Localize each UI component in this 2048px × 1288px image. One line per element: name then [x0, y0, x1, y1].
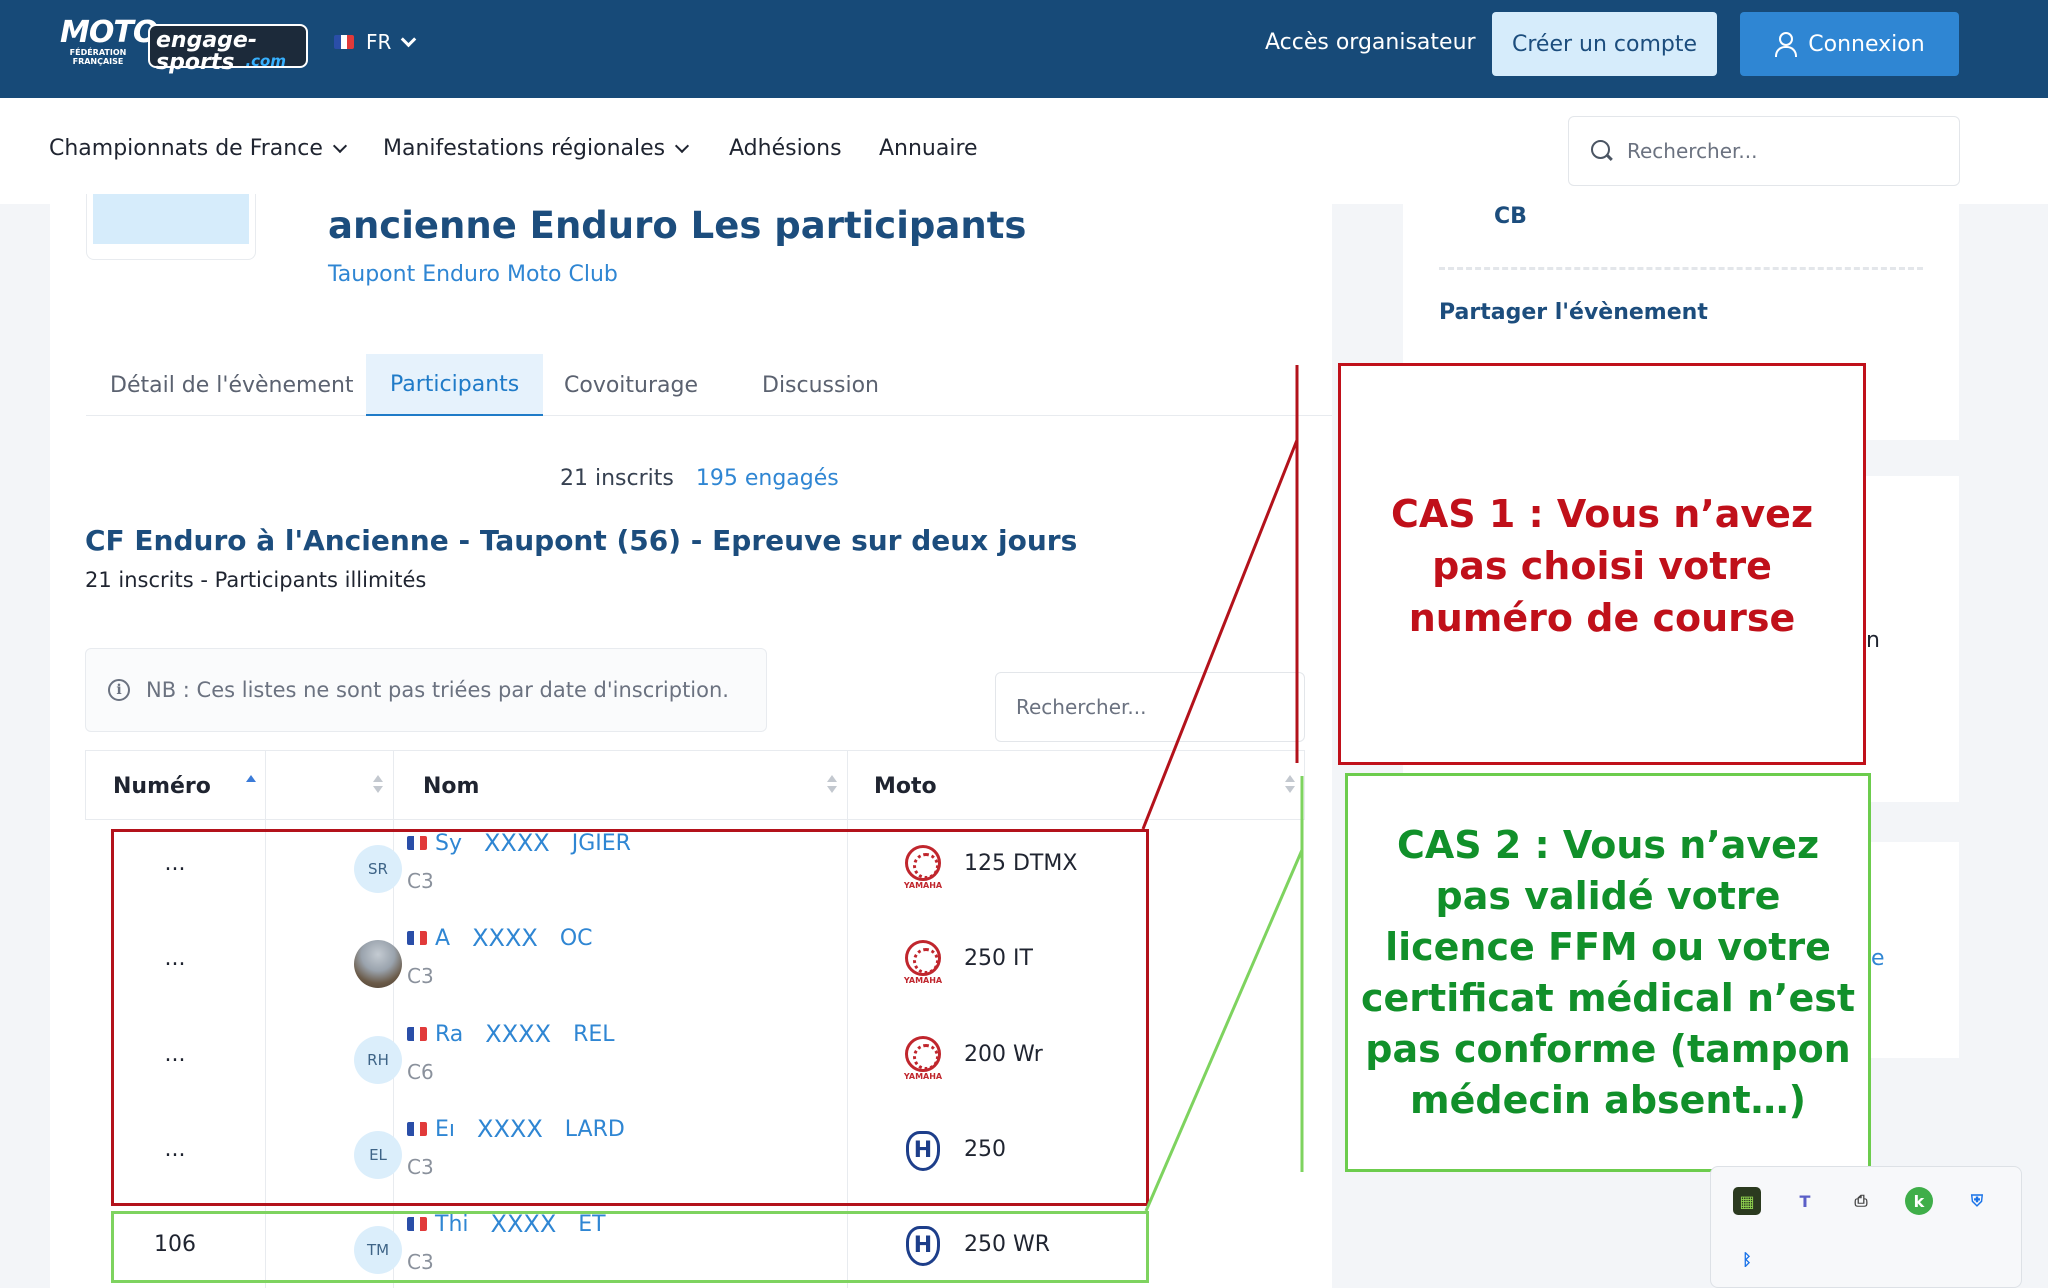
- system-tray-popup: ▦ T ⎙ k ⛨ ᛒ: [1710, 1166, 2022, 1288]
- nav-adhesions[interactable]: Adhésions: [729, 136, 842, 161]
- nav-label: Championnats de France: [49, 136, 323, 161]
- event-tabs: Détail de l'évènement Participants Covoi…: [86, 354, 1332, 416]
- engage-sports-logo-com: .com: [245, 52, 286, 70]
- cas2-annotation: CAS 2 : Vous n’avez pas validé votre lic…: [1345, 773, 1871, 1172]
- ffm-logo[interactable]: MOTO FÉDÉRATION FRANÇAISE: [60, 15, 158, 74]
- chevron-down-icon: [401, 31, 417, 47]
- cas2-text: CAS 2 : Vous n’avez pas validé votre lic…: [1360, 823, 1856, 1122]
- dashed-divider: [1439, 267, 1923, 270]
- ffm-logo-subtext: FÉDÉRATION FRANÇAISE: [69, 48, 127, 66]
- organizer-access-link[interactable]: Accès organisateur: [1265, 30, 1476, 55]
- france-flag-icon: [334, 35, 354, 49]
- sidebar-link-fragment[interactable]: e: [1871, 946, 1885, 971]
- create-account-button[interactable]: Créer un compte: [1492, 12, 1717, 76]
- site-search-input[interactable]: Rechercher...: [1568, 116, 1960, 186]
- payment-method: CB: [1494, 204, 1527, 229]
- cas1-annotation: CAS 1 : Vous n’avez pas choisi votre num…: [1338, 363, 1866, 765]
- event-thumbnail: [86, 194, 256, 260]
- col-nom[interactable]: Nom: [423, 751, 479, 821]
- sort-icon[interactable]: [373, 775, 383, 797]
- engaged-count-link[interactable]: 195 engagés: [696, 466, 839, 491]
- col-moto[interactable]: Moto: [874, 751, 937, 821]
- chevron-down-icon: [675, 138, 690, 153]
- bluetooth-icon[interactable]: ᛒ: [1733, 1245, 1761, 1273]
- tab-covoiturage[interactable]: Covoiturage: [540, 354, 722, 416]
- language-label: FR: [366, 30, 392, 54]
- sidebar-text-fragment: n: [1866, 628, 1880, 653]
- nav-championnats[interactable]: Championnats de France: [49, 136, 347, 161]
- engage-sports-logo-text: engage-sports: [156, 28, 257, 75]
- login-button[interactable]: Connexion: [1740, 12, 1959, 76]
- table-header: Numéro Nom Moto: [85, 750, 1305, 820]
- participant-counts: 21 inscrits 195 engagés: [560, 466, 839, 491]
- teams-icon[interactable]: T: [1791, 1187, 1819, 1215]
- cas1-text: CAS 1 : Vous n’avez pas choisi votre num…: [1390, 492, 1814, 640]
- engage-sports-logo[interactable]: engage-sports .com: [148, 24, 308, 74]
- chevron-down-icon: [332, 138, 347, 153]
- tray-app-icon[interactable]: ▦: [1733, 1187, 1761, 1215]
- page-title: ancienne Enduro Les participants: [328, 204, 1027, 247]
- user-icon: [1774, 32, 1798, 57]
- tab-detail[interactable]: Détail de l'évènement: [86, 354, 378, 416]
- main-nav: Championnats de France Manifestations ré…: [0, 98, 2048, 204]
- nav-annuaire[interactable]: Annuaire: [879, 136, 978, 161]
- race-title: CF Enduro à l'Ancienne - Taupont (56) - …: [85, 524, 1078, 557]
- notice-text: NB : Ces listes ne sont pas triées par d…: [146, 678, 729, 702]
- registered-count: 21 inscrits: [560, 466, 674, 491]
- language-selector[interactable]: FR: [334, 30, 417, 54]
- security-shield-icon[interactable]: ⛨: [1963, 1187, 1991, 1215]
- notice-box: i NB : Ces listes ne sont pas triées par…: [85, 648, 767, 732]
- printer-icon[interactable]: ⎙: [1847, 1187, 1875, 1215]
- sort-icon[interactable]: [827, 775, 837, 797]
- sort-asc-icon[interactable]: [246, 775, 256, 797]
- col-numero[interactable]: Numéro: [113, 751, 211, 821]
- cas2-highlight-box: [111, 1211, 1149, 1283]
- kaspersky-icon[interactable]: k: [1905, 1187, 1933, 1215]
- participants-search-input[interactable]: Rechercher...: [995, 672, 1305, 742]
- tab-participants[interactable]: Participants: [366, 354, 544, 416]
- cas1-highlight-box: [111, 829, 1149, 1206]
- race-subtitle: 21 inscrits - Participants illimités: [85, 568, 427, 592]
- participants-table: Numéro Nom Moto ... SR Sy XXXX JGIER C3 …: [85, 750, 1305, 1288]
- tab-discussion[interactable]: Discussion: [738, 354, 903, 416]
- info-icon: i: [108, 679, 130, 701]
- nav-label: Manifestations régionales: [383, 136, 666, 161]
- sort-icon[interactable]: [1285, 775, 1295, 797]
- login-label: Connexion: [1808, 31, 1925, 57]
- search-placeholder: Rechercher...: [1627, 139, 1758, 163]
- top-header: MOTO FÉDÉRATION FRANÇAISE engage-sports …: [0, 0, 2048, 98]
- search-icon: [1591, 140, 1613, 162]
- nav-manifestations[interactable]: Manifestations régionales: [383, 136, 690, 161]
- share-title: Partager l'évènement: [1439, 300, 1708, 325]
- club-link[interactable]: Taupont Enduro Moto Club: [328, 262, 618, 287]
- ffm-logo-text: MOTO: [60, 15, 158, 50]
